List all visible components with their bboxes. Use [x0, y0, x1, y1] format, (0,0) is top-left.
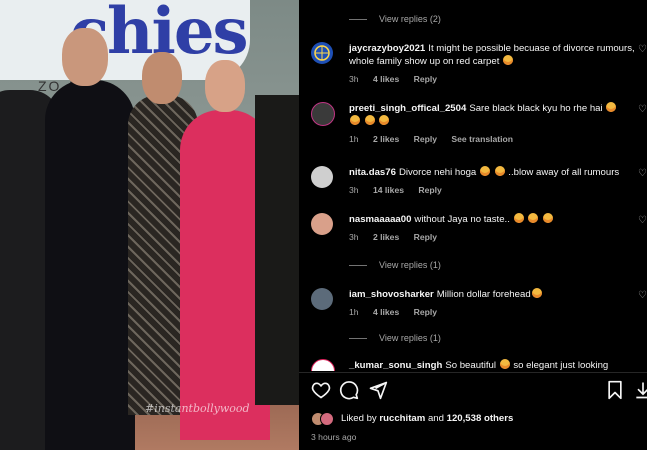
- comment-text-continued: so elegant just looking: [513, 360, 609, 371]
- divider: [349, 18, 367, 20]
- comment-text: Million dollar forehead: [436, 289, 531, 300]
- person-2: [45, 80, 135, 450]
- divider: [349, 264, 367, 266]
- comment-username[interactable]: jaycrazyboy2021: [349, 43, 425, 54]
- liker-avatar[interactable]: [320, 412, 334, 426]
- emoji-icon: [379, 115, 390, 125]
- liked-by-row: Liked by rucchitam and 120,538 others: [311, 412, 514, 426]
- comment-likes[interactable]: 2 likes: [373, 134, 399, 144]
- liked-by-and: and: [427, 413, 444, 424]
- emoji-icon: [350, 115, 360, 125]
- emoji-icon: [531, 288, 542, 298]
- comment-username[interactable]: _kumar_sonu_singh: [349, 360, 442, 371]
- download-icon[interactable]: [633, 380, 647, 400]
- bookmark-icon[interactable]: [605, 380, 625, 400]
- view-replies-button[interactable]: View replies (1): [349, 260, 441, 270]
- comment-text: Divorce nehi hoga: [398, 167, 477, 178]
- person-2-head: [62, 28, 108, 86]
- comments-panel: View replies (2) jaycrazyboy2021 It might…: [299, 0, 647, 450]
- emoji-icon: [503, 55, 514, 65]
- comment-time: 3h: [349, 232, 359, 242]
- post-image[interactable]: chies ZO AK #instantbollywood: [0, 0, 299, 450]
- post-actions: [311, 380, 647, 402]
- like-heart-icon[interactable]: ♡: [638, 104, 647, 115]
- view-replies-button[interactable]: View replies (2): [349, 14, 441, 24]
- view-replies-label: View replies (1): [379, 333, 441, 343]
- emoji-icon: [528, 213, 539, 223]
- comment-likes[interactable]: 4 likes: [373, 307, 399, 317]
- emoji-icon: [364, 115, 375, 125]
- comment-text: So beautiful: [445, 360, 496, 371]
- see-translation-button[interactable]: See translation: [451, 134, 513, 144]
- emoji-icon: [499, 359, 510, 369]
- comment-username[interactable]: preeti_singh_offical_2504: [349, 103, 466, 114]
- liked-by-user[interactable]: rucchitam: [379, 413, 425, 424]
- comment-likes[interactable]: 4 likes: [373, 74, 399, 84]
- avatar[interactable]: [311, 288, 333, 310]
- globe-icon: [314, 45, 330, 61]
- avatar[interactable]: [311, 42, 333, 64]
- like-heart-icon[interactable]: ♡: [638, 215, 647, 226]
- emoji-icon: [513, 213, 524, 223]
- reply-button[interactable]: Reply: [414, 134, 437, 144]
- liked-by-prefix: Liked by: [341, 413, 377, 424]
- emoji-icon: [542, 213, 553, 223]
- comment-time: 3h: [349, 185, 359, 195]
- comment-text: without Jaya no taste..: [414, 214, 510, 225]
- comment-time: 1h: [349, 307, 359, 317]
- person-5: [255, 95, 299, 405]
- emoji-icon: [606, 102, 617, 112]
- emoji-icon: [479, 166, 490, 176]
- view-replies-label: View replies (1): [379, 260, 441, 270]
- post-time: 3 hours ago: [311, 432, 357, 442]
- comment-icon[interactable]: [339, 380, 359, 400]
- liked-by-count[interactable]: 120,538 others: [447, 413, 514, 424]
- comment-item: _kumar_sonu_singh So beautiful so elegant…: [311, 359, 641, 371]
- comment-time: 3h: [349, 74, 359, 84]
- avatar[interactable]: [311, 213, 333, 235]
- person-4-head: [205, 60, 245, 112]
- comment-username[interactable]: nita.das76: [349, 167, 396, 178]
- share-icon[interactable]: [368, 380, 388, 400]
- reply-button[interactable]: Reply: [414, 74, 437, 84]
- like-heart-icon[interactable]: ♡: [638, 168, 647, 179]
- comment-time: 1h: [349, 134, 359, 144]
- comment-likes[interactable]: 2 likes: [373, 232, 399, 242]
- comment-likes[interactable]: 14 likes: [373, 185, 404, 195]
- like-heart-icon[interactable]: ♡: [638, 44, 647, 55]
- comment-text: Sare black black kyu ho rhe hai: [469, 103, 603, 114]
- avatar[interactable]: [311, 102, 335, 126]
- view-replies-label: View replies (2): [379, 14, 441, 24]
- comment-text-continued: ..blow away of all rumours: [508, 167, 620, 178]
- like-heart-icon[interactable]: [311, 380, 331, 400]
- reply-button[interactable]: Reply: [414, 307, 437, 317]
- emoji-icon: [494, 166, 505, 176]
- reply-button[interactable]: Reply: [414, 232, 437, 242]
- watermark: #instantbollywood: [145, 402, 250, 415]
- avatar[interactable]: [311, 359, 335, 371]
- divider: [349, 337, 367, 339]
- view-replies-button[interactable]: View replies (1): [349, 333, 441, 343]
- divider: [299, 372, 647, 373]
- comment-username[interactable]: iam_shovosharker: [349, 289, 434, 300]
- avatar[interactable]: [311, 166, 333, 188]
- reply-button[interactable]: Reply: [418, 185, 441, 195]
- comment-username[interactable]: nasmaaaaa00: [349, 214, 411, 225]
- like-heart-icon[interactable]: ♡: [638, 290, 647, 301]
- person-3-head: [142, 52, 182, 104]
